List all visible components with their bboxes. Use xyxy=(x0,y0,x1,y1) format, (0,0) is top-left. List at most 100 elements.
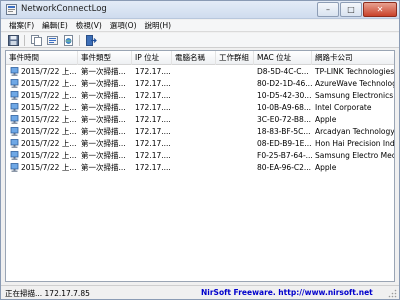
table-row[interactable]: 2015/7/22 上... 第一次掃描... 172.17.... 10-0B-A9… xyxy=(6,102,394,114)
status-bar: 正在掃描... 172.17.7.85 NirSoft Freeware. ht… xyxy=(1,285,399,299)
cell-workgroup xyxy=(216,90,254,102)
minimize-icon: – xyxy=(326,5,330,14)
menu-file[interactable]: 檔案(F) xyxy=(5,20,38,31)
menu-help[interactable]: 說明(H) xyxy=(141,20,176,31)
cell-event-type: 第一次掃描... xyxy=(81,91,126,100)
menu-view[interactable]: 檢視(V) xyxy=(72,20,106,31)
cell-mac-address: 80-D2-1D-46... xyxy=(257,79,312,88)
menu-options[interactable]: 選項(O) xyxy=(106,20,141,31)
cell-computer-name xyxy=(172,150,216,162)
table-row[interactable]: 2015/7/22 上... 第一次掃描... 172.17.... F0-25-B7… xyxy=(6,150,395,162)
cell-computer-name xyxy=(172,90,216,102)
table-row[interactable]: 2015/7/22 上... 第一次掃描... 172.17.... D8-5D-4C… xyxy=(6,66,394,78)
title-bar[interactable]: NetworkConnectLog – □ ✕ xyxy=(1,1,399,19)
maximize-button[interactable]: □ xyxy=(340,2,362,17)
maximize-icon: □ xyxy=(347,5,355,14)
cell-workgroup xyxy=(216,102,254,114)
exit-button[interactable] xyxy=(85,34,97,46)
cell-workgroup xyxy=(216,138,254,150)
column-header-ip-address[interactable]: IP 位址 xyxy=(132,51,172,65)
cell-adapter-company: Arcadyan Technology ... xyxy=(315,127,395,136)
cell-event-type: 第一次掃描... xyxy=(81,103,126,112)
cell-event-time: 2015/7/22 上... xyxy=(21,103,77,112)
cell-computer-name xyxy=(172,78,216,90)
exit-icon xyxy=(85,34,97,46)
cell-mac-address: 80-EA-96-C2... xyxy=(257,163,312,172)
html-report-icon xyxy=(63,34,73,46)
cell-workgroup xyxy=(216,126,254,138)
save-button[interactable] xyxy=(7,34,19,46)
cell-mac-address: 10-D5-42-30... xyxy=(257,91,312,100)
cell-event-type: 第一次掃描... xyxy=(81,67,126,76)
cell-event-type: 第一次掃描... xyxy=(81,163,126,172)
cell-mac-address: 08-ED-B9-1E... xyxy=(257,139,312,148)
cell-event-time: 2015/7/22 上... xyxy=(21,115,77,124)
table-row[interactable]: 2015/7/22 上... 第一次掃描... 172.17.... 18-83-BF… xyxy=(6,126,395,138)
connection-log-table[interactable]: 事件時間 事件類型 IP 位址 電腦名稱 工作群組 MAC 位址 網路卡公司 2… xyxy=(5,50,395,282)
toolbar-separator xyxy=(24,34,25,46)
cell-mac-address: D8-5D-4C-C... xyxy=(257,67,309,76)
cell-mac-address: 10-0B-A9-68... xyxy=(257,103,312,112)
cell-event-time: 2015/7/22 上... xyxy=(21,67,77,76)
cell-event-time: 2015/7/22 上... xyxy=(21,139,77,148)
cell-computer-name xyxy=(172,114,216,126)
table-row[interactable]: 2015/7/22 上... 第一次掃描... 172.17.... 80-D2-1D… xyxy=(6,78,394,90)
cell-ip-address: 172.17.... xyxy=(135,115,171,124)
table-row[interactable]: 2015/7/22 上... 第一次掃描... 172.17.... 80-EA-96… xyxy=(6,162,394,174)
cell-workgroup xyxy=(216,78,254,90)
toolbar-separator xyxy=(79,34,80,46)
cell-ip-address: 172.17.... xyxy=(135,103,171,112)
cell-event-time: 2015/7/22 上... xyxy=(21,79,77,88)
cell-adapter-company: Apple xyxy=(315,115,337,124)
cell-adapter-company: Intel Corporate xyxy=(315,103,372,112)
table-row[interactable]: 2015/7/22 上... 第一次掃描... 172.17.... 10-D5-42… xyxy=(6,90,394,102)
cell-mac-address: F0-25-B7-64-... xyxy=(257,151,312,160)
cell-event-type: 第一次掃描... xyxy=(81,127,126,136)
resize-grip-icon[interactable] xyxy=(388,289,397,298)
copy-icon xyxy=(30,34,42,46)
cell-event-type: 第一次掃描... xyxy=(81,79,126,88)
table-row[interactable]: 2015/7/22 上... 第一次掃描... 172.17.... 08-ED-B9… xyxy=(6,138,395,150)
cell-ip-address: 172.17.... xyxy=(135,79,171,88)
column-header-computer-name[interactable]: 電腦名稱 xyxy=(172,51,216,65)
column-header-event-type[interactable]: 事件類型 xyxy=(78,51,132,65)
cell-ip-address: 172.17.... xyxy=(135,67,171,76)
cell-computer-name xyxy=(172,162,216,174)
cell-computer-name xyxy=(172,126,216,138)
save-icon xyxy=(7,34,19,46)
column-header-event-time[interactable]: 事件時間 xyxy=(6,51,78,65)
status-scanning-text: 正在掃描... 172.17.7.85 xyxy=(5,289,90,298)
column-header-mac-address[interactable]: MAC 位址 xyxy=(254,51,312,65)
app-window: NetworkConnectLog – □ ✕ 檔案(F) 編輯(E) 檢視(V… xyxy=(0,0,400,300)
menu-edit[interactable]: 編輯(E) xyxy=(38,20,72,31)
properties-button[interactable] xyxy=(46,34,58,46)
cell-workgroup xyxy=(216,150,254,162)
cell-event-time: 2015/7/22 上... xyxy=(21,151,77,160)
cell-computer-name xyxy=(172,102,216,114)
cell-mac-address: 18-83-BF-5C... xyxy=(257,127,311,136)
cell-adapter-company: Hon Hai Precision Ind... xyxy=(315,139,395,148)
cell-ip-address: 172.17.... xyxy=(135,163,171,172)
close-icon: ✕ xyxy=(376,5,384,14)
column-header-adapter-company[interactable]: 網路卡公司 xyxy=(312,51,394,65)
properties-icon xyxy=(46,35,58,45)
cell-ip-address: 172.17.... xyxy=(135,139,171,148)
app-icon xyxy=(6,4,17,15)
cell-event-type: 第一次掃描... xyxy=(81,139,126,148)
cell-adapter-company: AzureWave Technolog... xyxy=(315,79,394,88)
cell-workgroup xyxy=(216,114,254,126)
cell-event-time: 2015/7/22 上... xyxy=(21,127,77,136)
minimize-button[interactable]: – xyxy=(317,2,339,17)
cell-adapter-company: Apple xyxy=(315,163,337,172)
cell-adapter-company: Samsung Electronics C... xyxy=(315,91,394,100)
cell-adapter-company: Samsung Electro Mech... xyxy=(315,151,395,160)
cell-workgroup xyxy=(216,66,254,78)
copy-button[interactable] xyxy=(30,34,42,46)
close-button[interactable]: ✕ xyxy=(363,2,397,17)
nirsoft-link[interactable]: NirSoft Freeware. http://www.nirsoft.net xyxy=(201,288,373,297)
column-header-workgroup[interactable]: 工作群組 xyxy=(216,51,254,65)
window-title: NetworkConnectLog xyxy=(21,4,107,14)
html-report-button[interactable] xyxy=(62,34,74,46)
toolbar xyxy=(1,33,399,48)
table-row[interactable]: 2015/7/22 上... 第一次掃描... 172.17.... 3C-E0-72… xyxy=(6,114,394,126)
